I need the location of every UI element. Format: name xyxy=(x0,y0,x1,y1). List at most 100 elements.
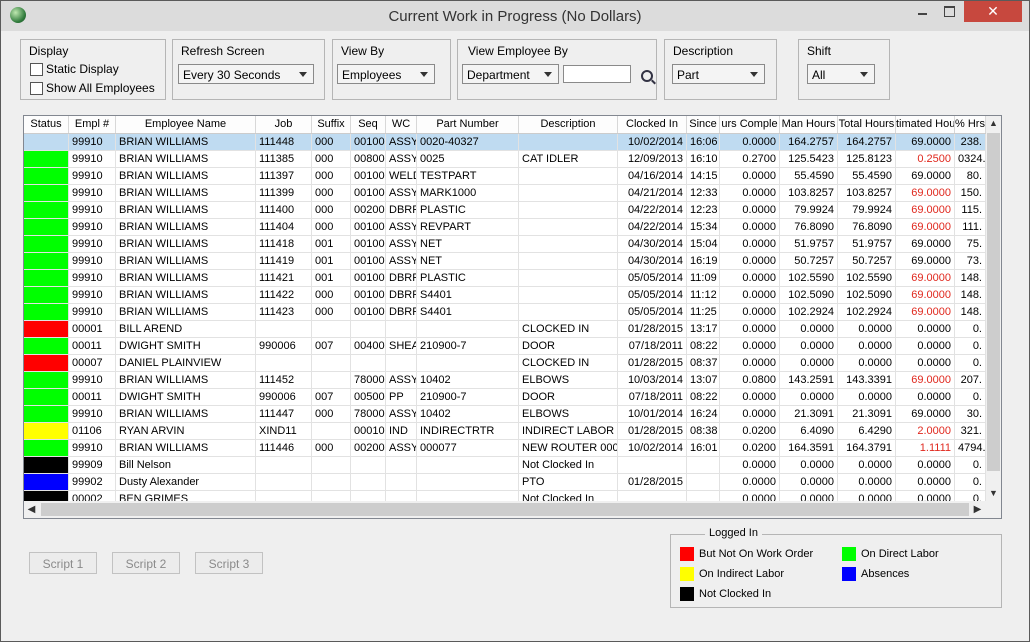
static-display-checkbox[interactable] xyxy=(30,63,43,76)
cell-suffix xyxy=(312,457,351,474)
column-header-man[interactable]: Man Hours xyxy=(780,116,838,133)
shift-select[interactable]: All xyxy=(807,64,875,84)
script-2-button[interactable]: Script 2 xyxy=(112,552,180,574)
table-row[interactable]: 99910 BRIAN WILLIAMS 111447 000 78000 ASSY 104… xyxy=(24,406,986,423)
cell-comp: 0.0000 xyxy=(720,304,780,321)
cell-wc: ASSY xyxy=(386,372,417,389)
script-1-button[interactable]: Script 1 xyxy=(29,552,97,574)
table-row[interactable]: 99910BRIAN WILLIAMS11142200000100DBRRS44… xyxy=(24,287,986,304)
table-row[interactable]: 99910 BRIAN WILLIAMS 111385 000 00800 ASSY 002… xyxy=(24,151,986,168)
column-header-clocked[interactable]: Clocked In xyxy=(618,116,687,133)
column-header-seq[interactable]: Seq xyxy=(351,116,386,133)
cell-part: INDIRECTRTR xyxy=(417,423,519,440)
column-header-part[interactable]: Part Number xyxy=(417,116,519,133)
table-row[interactable]: 00011 DWIGHT SMITH 990006 007 00400 SHEA 21090… xyxy=(24,338,986,355)
column-header-name[interactable]: Employee Name xyxy=(116,116,256,133)
cell-est: 69.0000 xyxy=(896,134,955,151)
column-header-desc[interactable]: Description xyxy=(519,116,618,133)
cell-clocked: 10/01/2014 xyxy=(618,406,687,423)
employee-search-input[interactable] xyxy=(563,65,631,83)
column-header-wc[interactable]: WC xyxy=(386,116,417,133)
vertical-scrollbar[interactable]: ▲ ▼ xyxy=(986,116,1001,501)
table-row[interactable]: 99910 BRIAN WILLIAMS 111448 000 00100 ASSY 002… xyxy=(24,134,986,151)
work-in-progress-grid[interactable]: Status Empl # Employee Name Job Suffix Seq WC P… xyxy=(23,115,1002,519)
column-header-since[interactable]: Since xyxy=(687,116,720,133)
table-row[interactable]: 99910 BRIAN WILLIAMS 111446 000 00200 ASSY 000… xyxy=(24,440,986,457)
cell-name: BRIAN WILLIAMS xyxy=(116,236,256,253)
cell-desc: NEW ROUTER 000077 xyxy=(519,440,618,457)
table-row[interactable]: 99910 BRIAN WILLIAMS 111452 78000 ASSY 10402 E… xyxy=(24,372,986,389)
cell-since: 15:34 xyxy=(687,219,720,236)
cell-est: 0.0000 xyxy=(896,457,955,474)
shift-value: All xyxy=(812,68,826,82)
cell-total: 143.3391 xyxy=(838,372,896,389)
cell-part xyxy=(417,474,519,491)
column-header-emp[interactable]: Empl # xyxy=(69,116,116,133)
cell-total: 102.2924 xyxy=(838,304,896,321)
cell-est: 69.0000 xyxy=(896,236,955,253)
column-header-comp[interactable]: urs Comple xyxy=(720,116,780,133)
cell-suffix: 000 xyxy=(312,287,351,304)
refresh-interval-select[interactable]: Every 30 Seconds xyxy=(178,64,314,84)
cell-seq: 00100 xyxy=(351,134,386,151)
table-row[interactable]: 99910 BRIAN WILLIAMS 111418 001 00100 ASSY NET… xyxy=(24,236,986,253)
cell-part xyxy=(417,355,519,372)
cell-total: 125.8123 xyxy=(838,151,896,168)
cell-pct: 148. xyxy=(955,287,986,304)
script-3-button[interactable]: Script 3 xyxy=(195,552,263,574)
search-icon[interactable] xyxy=(641,70,653,82)
cell-wc: ASSY xyxy=(386,253,417,270)
horizontal-scrollbar[interactable]: ◀ ▶ xyxy=(24,501,986,518)
cell-job: 990006 xyxy=(256,338,312,355)
cell-est: 69.0000 xyxy=(896,253,955,270)
cell-emp: 00007 xyxy=(69,355,116,372)
description-select[interactable]: Part xyxy=(672,64,765,84)
scroll-up-icon[interactable]: ▲ xyxy=(986,116,1001,131)
table-row[interactable]: 99910BRIAN WILLIAMS11140000000200DBRRPLA… xyxy=(24,202,986,219)
column-header-total[interactable]: Total Hours xyxy=(838,116,896,133)
cell-since: 08:22 xyxy=(687,389,720,406)
description-group: Description Part xyxy=(664,39,777,100)
table-row[interactable]: 99910BRIAN WILLIAMS11142300000100DBRRS44… xyxy=(24,304,986,321)
table-row[interactable]: 00011 DWIGHT SMITH 990006 007 00500 PP 210900-… xyxy=(24,389,986,406)
cell-suffix: 000 xyxy=(312,440,351,457)
status-indicator xyxy=(24,440,69,457)
table-row[interactable]: 01106 RYAN ARVIN XIND11 00010 IND INDIRECTRTR… xyxy=(24,423,986,440)
column-header-suffix[interactable]: Suffix xyxy=(312,116,351,133)
column-header-job[interactable]: Job xyxy=(256,116,312,133)
cell-pct: 73. xyxy=(955,253,986,270)
cell-clocked: 07/18/2011 xyxy=(618,389,687,406)
table-row[interactable]: 99910 BRIAN WILLIAMS 111419 001 00100 ASSY NET… xyxy=(24,253,986,270)
view-by-select[interactable]: Employees xyxy=(337,64,435,84)
table-row[interactable]: 00007 DANIEL PLAINVIEW CLOCKED IN 01/28/201… xyxy=(24,355,986,372)
view-employee-by-select[interactable]: Department xyxy=(462,64,559,84)
table-row[interactable]: 99910BRIAN WILLIAMS11139700000100WELDTES… xyxy=(24,168,986,185)
column-header-status[interactable]: Status xyxy=(24,116,69,133)
cell-desc: DOOR xyxy=(519,389,618,406)
cell-emp: 99910 xyxy=(69,270,116,287)
minimize-button[interactable] xyxy=(909,1,936,22)
table-row[interactable]: 99910 BRIAN WILLIAMS 111399 000 00100 ASSY MAR… xyxy=(24,185,986,202)
table-row[interactable]: 99909 Bill Nelson Not Clocked In 0.0000 0.00… xyxy=(24,457,986,474)
cell-suffix: 000 xyxy=(312,304,351,321)
main-window: Current Work in Progress (No Dollars) ✕ … xyxy=(0,0,1030,642)
show-all-employees-checkbox[interactable] xyxy=(30,82,43,95)
close-button[interactable]: ✕ xyxy=(964,1,1022,22)
legend-label-absences: Absences xyxy=(861,568,910,580)
vertical-scroll-thumb[interactable] xyxy=(987,133,1000,471)
cell-clocked: 04/16/2014 xyxy=(618,168,687,185)
horizontal-scroll-thumb[interactable] xyxy=(41,503,969,516)
cell-since: 13:17 xyxy=(687,321,720,338)
table-row[interactable]: 00001 BILL AREND CLOCKED IN 01/28/2015 13:17… xyxy=(24,321,986,338)
column-header-pct[interactable]: % Hrs xyxy=(955,116,986,133)
column-header-est[interactable]: timated Hou xyxy=(896,116,955,133)
scroll-left-icon[interactable]: ◀ xyxy=(24,501,39,518)
table-row[interactable]: 99910 BRIAN WILLIAMS 111404 000 00100 ASSY REV… xyxy=(24,219,986,236)
table-row[interactable]: 99910BRIAN WILLIAMS11142100100100DBRRPLA… xyxy=(24,270,986,287)
cell-desc xyxy=(519,168,618,185)
table-row[interactable]: 99902 Dusty Alexander PTO 01/28/2015 0.0000 0… xyxy=(24,474,986,491)
maximize-button[interactable] xyxy=(936,1,963,22)
scroll-right-icon[interactable]: ▶ xyxy=(970,501,985,518)
scroll-down-icon[interactable]: ▼ xyxy=(986,486,1001,501)
cell-clocked: 10/03/2014 xyxy=(618,372,687,389)
